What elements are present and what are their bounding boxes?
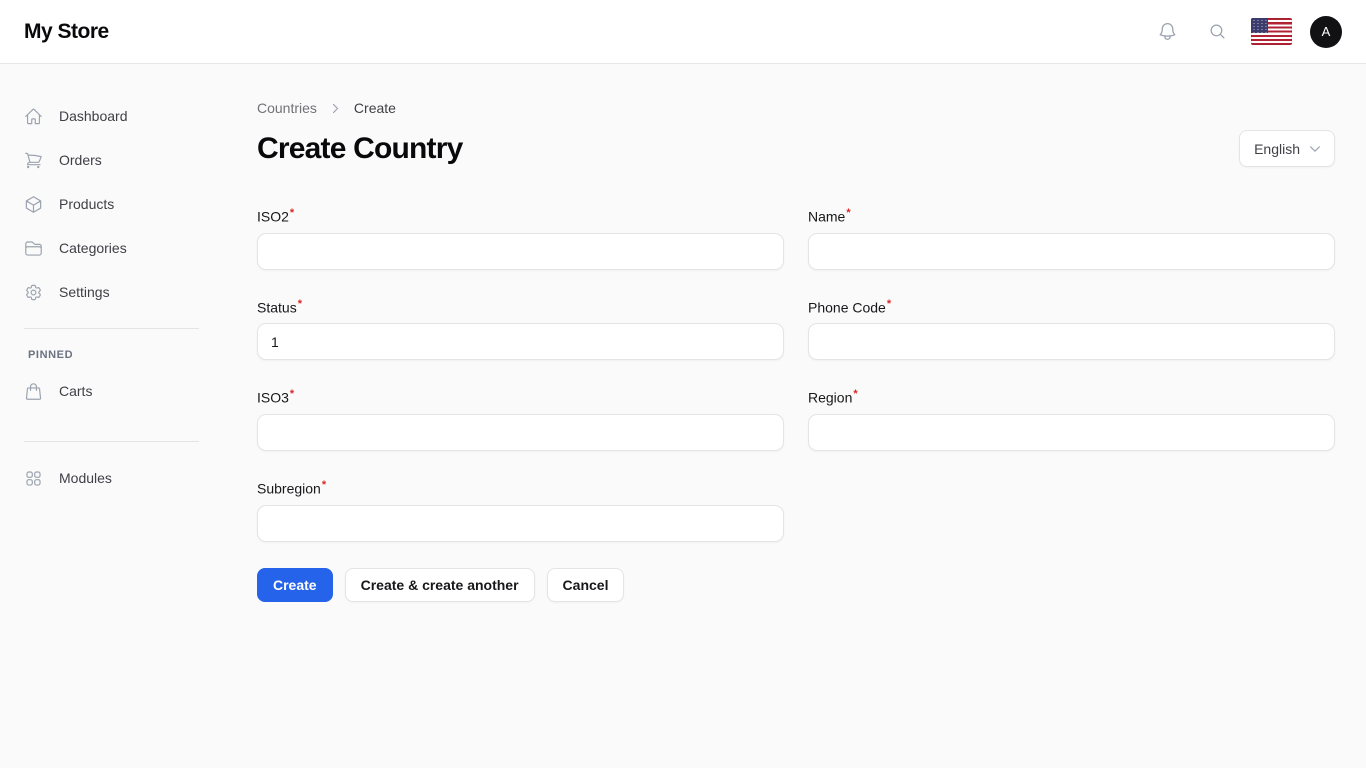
field-label: Phone Code*	[808, 297, 892, 316]
page-title: Create Country	[257, 131, 463, 165]
sidebar-group-label-pinned: PINNED	[28, 349, 74, 361]
sidebar-item-label: Products	[59, 196, 115, 212]
required-asterisk: *	[289, 388, 295, 401]
required-asterisk: *	[853, 388, 858, 401]
user-avatar[interactable]: A	[1310, 15, 1342, 48]
breadcrumb-countries[interactable]: Countries	[257, 100, 317, 116]
sidebar-item-label: Dashboard	[59, 108, 128, 124]
required-asterisk: *	[846, 207, 851, 219]
sidebar-item-settings[interactable]: Settings	[24, 276, 209, 308]
field-label: Name*	[808, 207, 851, 225]
field-region: Region*	[808, 388, 1335, 451]
sidebar-item-modules[interactable]: Modules	[24, 462, 209, 494]
subregion-input[interactable]	[257, 504, 784, 542]
field-iso3: ISO3*	[257, 388, 784, 451]
app-shell: Dashboard Orders Products Categories Set…	[0, 64, 1366, 768]
bell-icon	[1157, 21, 1178, 42]
field-status: Status*	[257, 298, 784, 361]
field-name: Name*	[808, 207, 1335, 270]
us-flag-canton	[1251, 18, 1268, 33]
sidebar-item-orders[interactable]: Orders	[24, 144, 209, 176]
language-flag-us[interactable]	[1251, 18, 1292, 45]
chevron-down-icon	[1308, 142, 1322, 156]
brand-logo[interactable]: My Store	[24, 20, 109, 44]
create-and-create-another-button[interactable]: Create & create another	[344, 567, 535, 602]
region-input[interactable]	[808, 413, 1335, 451]
sidebar-item-label: Orders	[59, 152, 102, 168]
name-input[interactable]	[808, 232, 1335, 270]
phone-code-input[interactable]	[808, 323, 1335, 361]
field-label: Subregion*	[257, 478, 327, 497]
notifications-button[interactable]	[1151, 16, 1183, 48]
language-selected-label: English	[1254, 140, 1300, 157]
title-row: Create Country English	[257, 130, 1335, 167]
field-label: ISO2*	[257, 207, 295, 225]
sidebar-item-label: Categories	[59, 240, 127, 256]
iso3-input[interactable]	[257, 413, 784, 451]
sidebar-divider	[24, 328, 199, 329]
field-label: ISO3*	[257, 388, 295, 406]
form-actions: Create Create & create another Cancel	[257, 567, 1335, 602]
sidebar-item-label: Carts	[59, 383, 93, 399]
required-asterisk: *	[321, 478, 327, 491]
language-selector[interactable]: English	[1239, 130, 1335, 167]
field-phone-code: Phone Code*	[808, 298, 1335, 361]
grid-icon	[24, 469, 43, 488]
sidebar-item-categories[interactable]: Categories	[24, 232, 209, 264]
shopping-cart-icon	[24, 151, 43, 170]
field-label: Status*	[257, 297, 302, 316]
breadcrumb-create: Create	[353, 100, 396, 116]
field-label: Region*	[808, 388, 858, 406]
create-country-form: ISO2* Name* Status* Phone Code* ISO3* Re	[257, 207, 1335, 542]
topbar: My Store A	[0, 0, 1366, 64]
shopping-bag-icon	[24, 382, 43, 401]
home-icon	[24, 107, 43, 126]
field-iso2: ISO2*	[257, 207, 784, 270]
sidebar-item-label: Settings	[59, 284, 110, 300]
field-subregion: Subregion*	[257, 479, 784, 542]
create-button[interactable]: Create	[257, 567, 333, 602]
sidebar-item-carts[interactable]: Carts	[24, 375, 209, 407]
cube-icon	[24, 195, 43, 214]
sidebar-item-products[interactable]: Products	[24, 188, 209, 220]
topbar-actions: A	[1151, 15, 1342, 48]
required-asterisk: *	[886, 297, 892, 310]
folder-icon	[24, 239, 43, 258]
search-button[interactable]	[1201, 16, 1233, 48]
sidebar-item-dashboard[interactable]: Dashboard	[24, 100, 209, 132]
sidebar-divider	[24, 441, 199, 442]
chevron-right-icon	[329, 102, 342, 115]
search-icon	[1209, 23, 1226, 40]
breadcrumb: Countries Create	[257, 100, 1335, 116]
status-input[interactable]	[257, 323, 784, 361]
main-content: Countries Create Create Country English	[225, 64, 1366, 768]
sidebar: Dashboard Orders Products Categories Set…	[0, 64, 225, 768]
iso2-input[interactable]	[257, 232, 784, 270]
form-grid-spacer	[808, 479, 1335, 542]
required-asterisk: *	[297, 297, 302, 310]
sidebar-item-label: Modules	[59, 470, 112, 486]
gear-icon	[24, 283, 43, 302]
cancel-button[interactable]: Cancel	[546, 567, 625, 602]
required-asterisk: *	[289, 207, 295, 219]
